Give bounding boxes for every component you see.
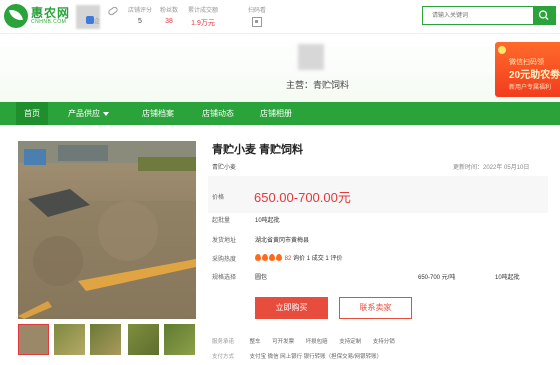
product-updated-time: 更新时间：2022年 05月10日 [453,165,530,171]
stat-label: 粉丝数 [160,8,179,14]
thumbnail[interactable] [164,324,195,355]
heat-value: 82 询价 1 成交 1 评价 [255,253,342,262]
promo-line3: 新用户专属福利 [509,85,552,91]
nav-news-label: 店铺动态 [202,109,234,118]
flame-icon [262,254,268,261]
qr-scan[interactable]: 扫码看 [242,5,272,27]
site-logo[interactable]: 惠农网 CNHNB.COM [4,3,74,31]
link-icon[interactable] [107,5,119,17]
payment-label: 支付方式 [212,354,235,360]
stat-fans: 粉丝数 38 [160,5,178,25]
leaf-logo-icon [4,4,28,28]
stat-value: 38 [165,18,173,25]
qr-code-icon [252,17,262,27]
product-photo [18,141,196,319]
shop-main-business: 主营：青贮饲料 [286,80,350,90]
top-bar: 惠农网 CNHNB.COM 企 店铺评分 5 粉丝数 38 累计成交额 1.9万… [0,0,560,34]
flame-icon [276,254,282,261]
spec-price: 650-700 元/吨 [418,275,456,281]
service-item: 可开发票 [272,339,295,345]
thumbnail[interactable] [90,324,121,355]
flame-icon [255,254,261,261]
shop-nav: 首页 产品供应 店铺档案 店铺动态 店铺相册 [0,102,560,125]
service-item: 支持定制 [339,339,362,345]
service-label: 服务承诺 [212,339,235,345]
stat-shop-score: 店铺评分 5 [128,5,152,25]
shop-avatar [298,44,324,70]
product-main-image[interactable] [18,141,196,319]
service-row: 服务承诺 整车 可开发票 坏损包赔 支持定制 支持分销 [212,337,405,345]
search-icon [538,10,549,20]
buy-now-button[interactable]: 立即购买 [255,297,328,319]
thumbnail-strip [18,324,198,356]
shop-header: 主营：青贮饲料 微信扫码领 20元助农劵 新用户专属福利 [0,34,560,102]
origin-value: 湖北省黄冈市黄梅县 [255,238,310,244]
stat-total-volume: 累计成交额 1.9万元 [188,5,218,28]
heat-number: 82 [284,256,292,262]
nav-products[interactable]: 产品供应 [68,102,109,125]
service-item: 支持分销 [372,339,395,345]
promo-line2: 20元助农劵 [509,70,560,81]
page: 惠农网 CNHNB.COM 企 店铺评分 5 粉丝数 38 累计成交额 1.9万… [0,0,560,365]
thumbnail[interactable] [128,324,159,355]
nav-album-label: 店铺相册 [260,109,292,118]
nav-home-label: 首页 [24,109,40,118]
service-item: 坏损包赔 [305,339,328,345]
contact-seller-button[interactable]: 联系卖家 [339,297,412,319]
spec-moq: 10吨起批 [495,275,520,281]
vip-badge-icon [86,16,94,24]
spec-label: 规格选择 [212,275,237,281]
nav-news[interactable]: 店铺动态 [202,102,234,125]
spec-name: 圆包 [255,275,268,281]
thumbnail[interactable] [18,324,49,355]
moq-label: 起批量 [212,218,231,224]
nav-home[interactable]: 首页 [16,102,48,125]
search-input[interactable] [423,7,531,24]
coupon-icon [498,46,506,54]
payment-methods: 支付宝 微信 网上银行 银行转账（担保交易/网银转账） [249,354,383,360]
brand-domain: CNHNB.COM [31,19,67,25]
nav-profile-label: 店铺档案 [142,109,174,118]
flame-icon [269,254,275,261]
stat-value: 1.9万元 [191,20,215,27]
product-category[interactable]: 青贮小麦 [212,162,236,171]
nav-album[interactable]: 店铺相册 [260,102,292,125]
payment-row: 支付方式 支付宝 微信 网上银行 银行转账（担保交易/网银转账） [212,352,392,360]
chevron-down-icon [103,111,109,116]
price-label: 价格 [212,195,225,201]
thumbnail[interactable] [54,324,85,355]
stat-label: 累计成交额 [188,8,219,14]
nav-products-label: 产品供应 [68,109,100,118]
price-value: 650.00-700.00元 [254,190,351,205]
heat-stats: 询价 1 成交 1 评价 [293,256,343,262]
origin-label: 发货地址 [212,238,237,244]
stat-value: 5 [138,18,142,25]
stat-label: 店铺评分 [128,8,153,14]
spec-option[interactable]: 圆包 650-700 元/吨 10吨起批 [250,268,552,282]
vip-text: 企 [94,19,101,25]
coupon-promo-banner[interactable]: 微信扫码领 20元助农劵 新用户专属福利 [495,42,560,97]
product-title: 青贮小麦 青贮饲料 [212,144,304,156]
qr-label: 扫码看 [247,8,266,14]
nav-profile[interactable]: 店铺档案 [142,102,174,125]
heat-label: 采购热度 [212,257,237,263]
moq-value: 10吨起批 [255,218,280,224]
service-item: 整车 [249,339,261,345]
search-box [422,6,556,25]
search-button[interactable] [533,7,555,24]
